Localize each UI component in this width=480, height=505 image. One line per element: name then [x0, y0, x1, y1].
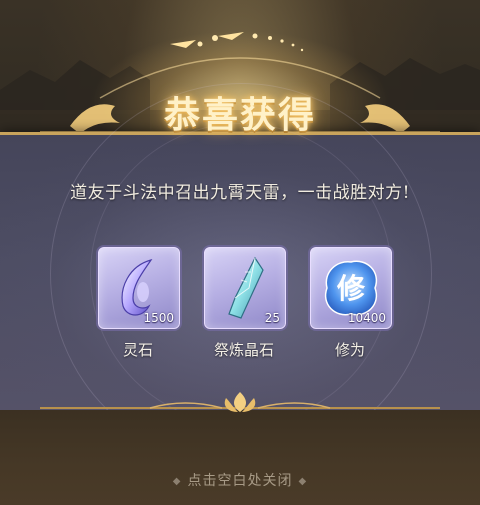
reward-name: 修为 [334, 341, 365, 359]
reward-count: 10400 [347, 311, 386, 325]
reward-icon-frame: 25 [204, 247, 286, 329]
reward-icon-frame: 修 10400 [310, 247, 392, 329]
svg-text:修: 修 [336, 272, 366, 305]
reward-name: 祭炼晶石 [213, 341, 274, 359]
reward-icon-frame: 1500 [98, 247, 180, 329]
popup-title: 恭喜获得 [163, 94, 316, 136]
lotus-ornament [40, 392, 440, 412]
close-hint-text: 点击空白处关闭 [187, 473, 293, 489]
battle-message: 道友于斗法中召出九霄天雷，一击战胜对方! [70, 183, 410, 203]
reward-item[interactable]: 修 10400 修为 [310, 247, 392, 360]
reward-count: 25 [264, 311, 280, 325]
reward-list: 1500 灵石 25 祭炼晶石 修 10400 修为 [0, 247, 480, 360]
reward-popup-overlay[interactable]: 恭喜获得 道友于斗法中召出九霄天雷，一击战胜对方! 1500 灵石 25 祭炼晶… [0, 0, 480, 505]
diamond-icon: ◆ [172, 475, 182, 487]
diamond-icon: ◆ [298, 475, 308, 487]
close-hint[interactable]: ◆ 点击空白处关闭 ◆ [0, 470, 480, 490]
reward-item[interactable]: 1500 灵石 [98, 247, 180, 360]
reward-count: 1500 [143, 311, 174, 325]
reward-name: 灵石 [122, 341, 153, 359]
reward-item[interactable]: 25 祭炼晶石 [204, 247, 286, 360]
